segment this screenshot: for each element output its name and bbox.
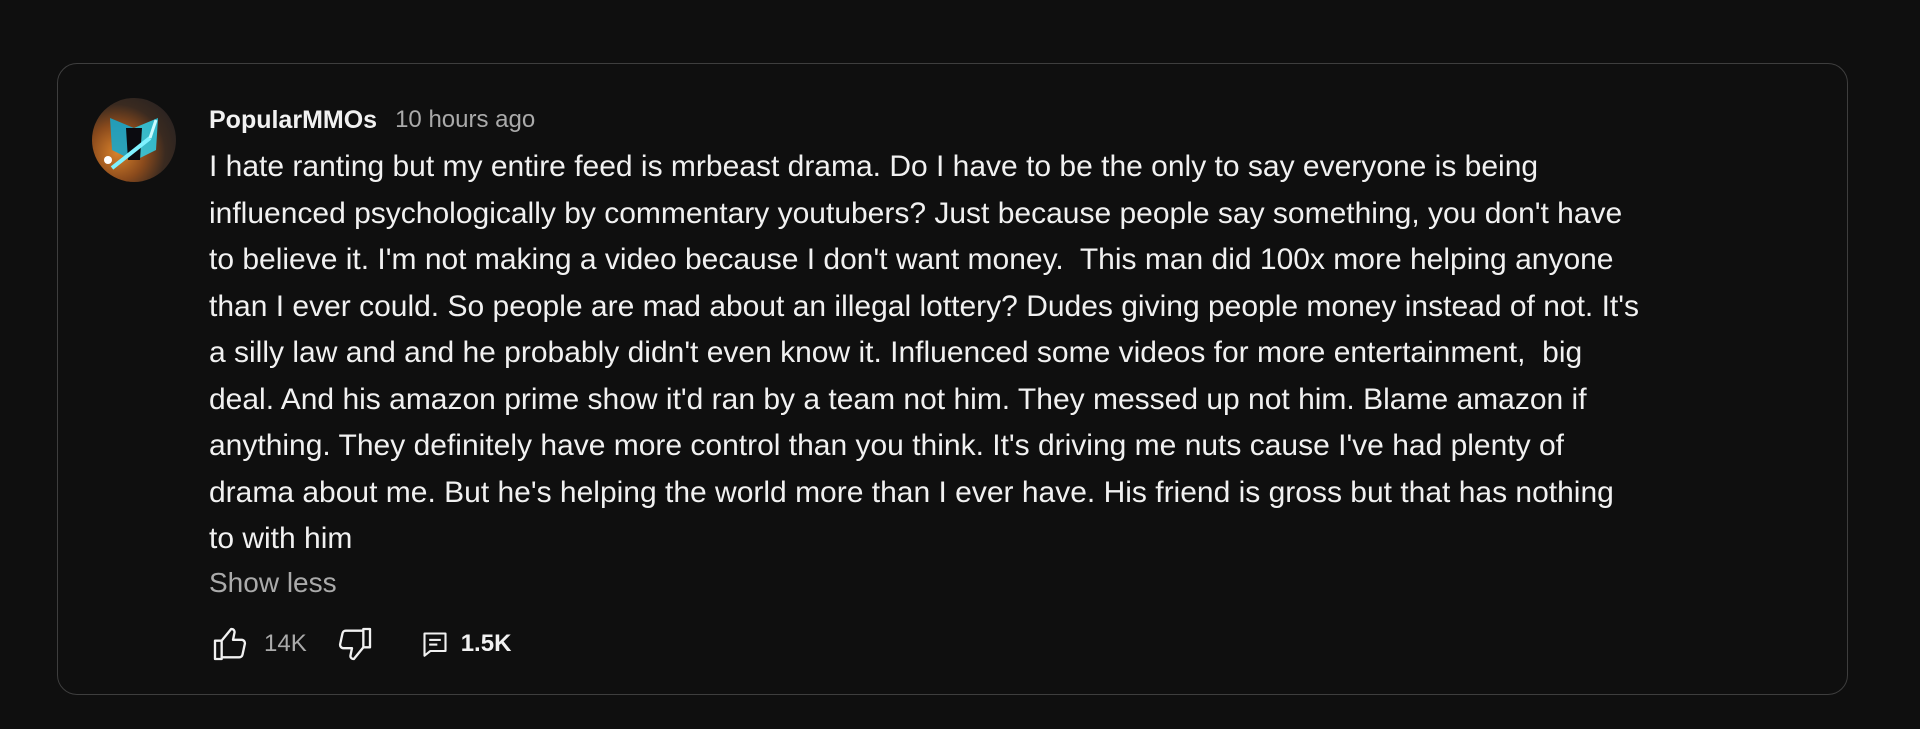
avatar-image <box>104 118 158 170</box>
comment-body: PopularMMOs 10 hours ago I hate ranting … <box>209 102 1819 603</box>
comment-actions: 14K 1.5K <box>208 622 511 666</box>
author-name[interactable]: PopularMMOs <box>209 106 377 135</box>
like-button[interactable] <box>208 622 252 666</box>
avatar[interactable] <box>92 98 176 182</box>
reply-count: 1.5K <box>460 630 512 657</box>
comment-icon <box>423 632 447 657</box>
dislike-button[interactable] <box>333 622 377 666</box>
thumbs-up-icon <box>213 627 247 661</box>
comment-header: PopularMMOs 10 hours ago <box>209 102 1819 138</box>
like-count: 14K <box>264 630 307 657</box>
thumbs-down-icon <box>338 627 371 661</box>
comment-text: I hate ranting but my entire feed is mrb… <box>209 150 1639 555</box>
replies-button[interactable]: 1.5K <box>421 630 512 658</box>
comment-card: PopularMMOs 10 hours ago I hate ranting … <box>57 63 1848 695</box>
comment-timestamp[interactable]: 10 hours ago <box>395 106 535 134</box>
show-less-button[interactable]: Show less <box>209 563 337 603</box>
